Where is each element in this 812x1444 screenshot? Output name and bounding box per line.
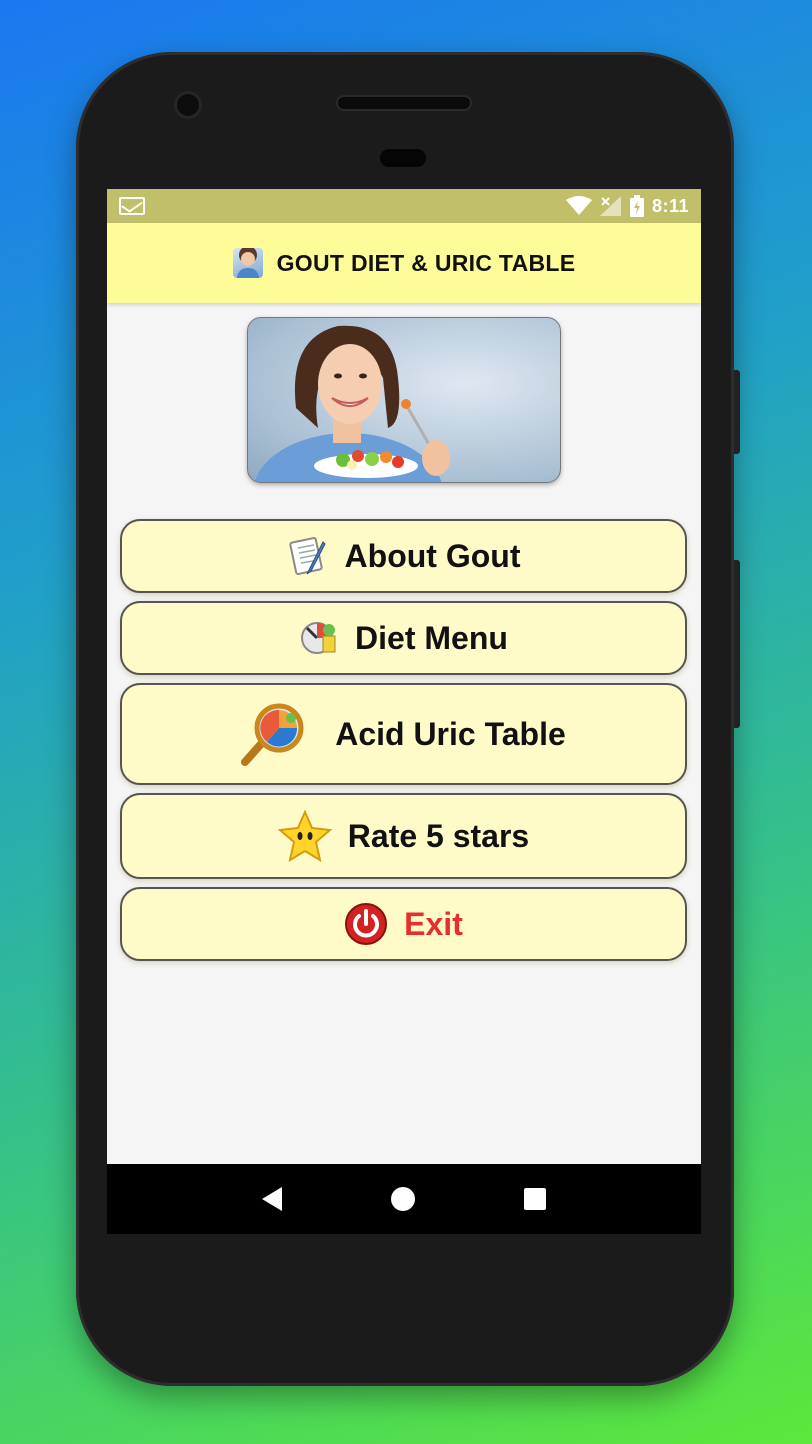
- app-title: GOUT DIET & URIC TABLE: [276, 249, 576, 276]
- clock: 8:11: [651, 195, 689, 216]
- signal-icon: [599, 196, 621, 216]
- battery-icon: [629, 195, 644, 217]
- hero-image: [247, 317, 561, 483]
- about-gout-label: About Gout: [344, 537, 521, 574]
- main-menu: About Gout Diet Menu Acid Uric Table Rat…: [107, 483, 701, 961]
- app-logo-icon: [232, 248, 263, 278]
- volume-side-button: [734, 560, 740, 728]
- rate-5-stars-button[interactable]: Rate 5 stars: [120, 793, 687, 879]
- gmail-icon: [119, 197, 145, 215]
- notebook-pencil-icon: [288, 537, 326, 575]
- diet-scale-icon: [301, 622, 336, 654]
- exit-label: Exit: [404, 905, 463, 942]
- about-gout-button[interactable]: About Gout: [120, 519, 687, 593]
- acid-uric-table-label: Acid Uric Table: [335, 715, 566, 752]
- wifi-icon: [565, 196, 592, 215]
- woman-eating-salad-photo: [254, 325, 450, 482]
- magnifier-chart-icon: [241, 703, 304, 766]
- app-bar: GOUT DIET & URIC TABLE: [107, 223, 701, 303]
- exit-button[interactable]: Exit: [120, 887, 687, 961]
- power-icon: [345, 903, 388, 945]
- back-icon[interactable]: [261, 1187, 282, 1211]
- status-bar: 8:11: [107, 189, 701, 223]
- home-icon[interactable]: [390, 1187, 415, 1211]
- app-screen: 8:11 GOUT DIET & URIC TABLE About Gout D…: [107, 189, 701, 1164]
- acid-uric-table-button[interactable]: Acid Uric Table: [120, 683, 687, 785]
- diet-menu-button[interactable]: Diet Menu: [120, 601, 687, 675]
- diet-menu-label: Diet Menu: [355, 619, 508, 656]
- power-side-button: [734, 370, 740, 454]
- rate-5-stars-label: Rate 5 stars: [347, 817, 530, 854]
- navigation-bar: [107, 1164, 701, 1234]
- recents-icon[interactable]: [524, 1188, 547, 1210]
- star-icon: [277, 810, 332, 862]
